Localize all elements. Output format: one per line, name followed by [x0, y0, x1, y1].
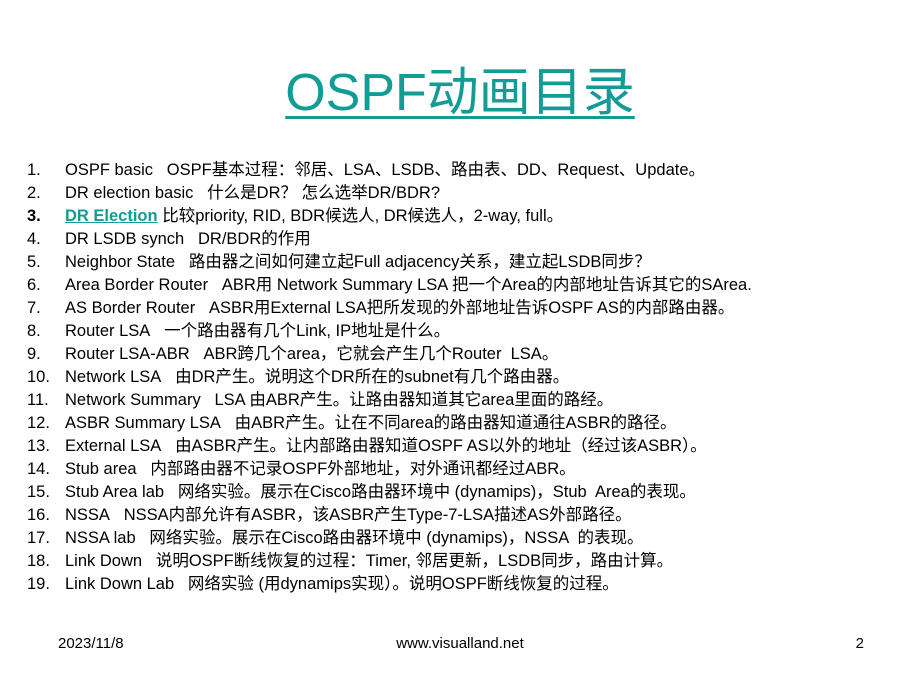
item-number: 1.: [27, 161, 41, 179]
list-item: 13. External LSA 由ASBR产生。让内部路由器知道OSPF AS以…: [27, 435, 752, 458]
item-number: 12.: [27, 414, 50, 432]
list-item: 18. Link Down 说明OSPF断线恢复的过程：Timer, 邻居更新，L…: [27, 550, 752, 573]
list-item: 3. DR Election 比较priority, RID, BDR候选人, D…: [27, 205, 752, 228]
list-item: 6. Area Border Router ABR用 Network Summar…: [27, 274, 752, 297]
item-number: 11.: [27, 391, 49, 409]
list-item: 2. DR election basic 什么是DR？ 怎么选举DR/BDR?: [27, 182, 752, 205]
item-description: 由DR产生。说明这个DR所在的subnet有几个路由器。: [175, 368, 570, 386]
list-item: 14. Stub area 内部路由器不记录OSPF外部地址，对外通讯都经过ABR…: [27, 458, 752, 481]
list-item: 12. ASBR Summary LSA 由ABR产生。让在不同area的路由器知…: [27, 412, 752, 435]
footer-url: www.visualland.net: [396, 635, 524, 652]
item-description: 由ABR产生。让在不同area的路由器知道通往ASBR的路径。: [234, 414, 677, 432]
item-description: LSA 由ABR产生。让路由器知道其它area里面的路经。: [214, 391, 614, 409]
item-number: 17.: [27, 529, 50, 547]
topic-list: 1. OSPF basic OSPF基本过程：邻居、LSA、LSDB、路由表、DD…: [27, 159, 752, 596]
item-description: 一个路由器有几个Link, IP地址是什么。: [164, 322, 451, 340]
item-description: ASBR用External LSA把所发现的外部地址告诉OSPF AS的内部路由…: [209, 299, 735, 317]
item-number: 5.: [27, 253, 41, 271]
item-name: Neighbor State: [65, 253, 176, 271]
footer-page-number: 2: [855, 635, 864, 652]
list-item: 9. Router LSA-ABR ABR跨几个area，它就会产生几个Route…: [27, 343, 752, 366]
item-description: 什么是DR？ 怎么选举DR/BDR?: [207, 184, 441, 202]
item-description: ABR用 Network Summary LSA 把一个Area的内部地址告诉其…: [221, 276, 752, 294]
list-item: 8. Router LSA 一个路由器有几个Link, IP地址是什么。: [27, 320, 752, 343]
item-name: Router LSA: [65, 322, 151, 340]
item-name: Stub area: [65, 460, 137, 478]
list-item: 10. Network LSA 由DR产生。说明这个DR所在的subnet有几个路…: [27, 366, 752, 389]
item-number: 8.: [27, 322, 41, 340]
item-description: OSPF基本过程：邻居、LSA、LSDB、路由表、DD、Request、Upda…: [166, 161, 706, 179]
item-number: 4.: [27, 230, 41, 248]
item-name: Stub Area lab: [65, 483, 165, 501]
list-item: 4. DR LSDB synch DR/BDR的作用: [27, 228, 752, 251]
item-number: 10.: [27, 368, 50, 386]
item-name: Link Down Lab: [65, 575, 175, 593]
slide-title-text: OSPF动画目录: [285, 64, 635, 122]
item-number: 6.: [27, 276, 41, 294]
item-name: OSPF basic: [65, 161, 154, 179]
item-number: 19.: [27, 575, 50, 593]
item-description: 路由器之间如何建立起Full adjacency关系，建立起LSDB同步？: [188, 253, 651, 271]
list-item: 15. Stub Area lab 网络实验。展示在Cisco路由器环境中 (dy…: [27, 481, 752, 504]
item-name: NSSA: [65, 506, 110, 524]
item-number: 15.: [27, 483, 50, 501]
list-item: 1. OSPF basic OSPF基本过程：邻居、LSA、LSDB、路由表、DD…: [27, 159, 752, 182]
item-number: 7.: [27, 299, 41, 317]
list-item: 19. Link Down Lab 网络实验 (用dynamips实现）。说明OS…: [27, 573, 752, 596]
item-name: External LSA: [65, 437, 162, 455]
item-number: 16.: [27, 506, 50, 524]
item-number: 3.: [27, 207, 41, 225]
list-item: 7. AS Border Router ASBR用External LSA把所发现…: [27, 297, 752, 320]
item-description: DR/BDR的作用: [197, 230, 311, 248]
item-name: ASBR Summary LSA: [65, 414, 221, 432]
item-description: 网络实验 (用dynamips实现）。说明OSPF断线恢复的过程。: [187, 575, 619, 593]
item-name: DR LSDB synch: [65, 230, 185, 248]
list-item: 11. Network Summary LSA 由ABR产生。让路由器知道其它ar…: [27, 389, 752, 412]
item-name: Network Summary: [65, 391, 201, 409]
slide-title: OSPF动画目录: [0, 62, 920, 124]
item-description: NSSA内部允许有ASBR，该ASBR产生Type-7-LSA描述AS外部路径。: [123, 506, 632, 524]
item-number: 13.: [27, 437, 50, 455]
item-description: ABR跨几个area，它就会产生几个Router LSA。: [203, 345, 559, 363]
list-item: 5. Neighbor State 路由器之间如何建立起Full adjacenc…: [27, 251, 752, 274]
item-description: 内部路由器不记录OSPF外部地址，对外通讯都经过ABR。: [150, 460, 576, 478]
item-name: AS Border Router: [65, 299, 196, 317]
list-item: 16. NSSA NSSA内部允许有ASBR，该ASBR产生Type-7-LSA描…: [27, 504, 752, 527]
item-number: 9.: [27, 345, 41, 363]
list-item: 17. NSSA lab 网络实验。展示在Cisco路由器环境中 (dynamip…: [27, 527, 752, 550]
item-description: 网络实验。展示在Cisco路由器环境中 (dynamips)，NSSA 的表现。: [149, 529, 644, 547]
item-link[interactable]: DR Election: [65, 205, 158, 228]
item-description: 说明OSPF断线恢复的过程：Timer, 邻居更新，LSDB同步，路由计算。: [155, 552, 674, 570]
item-number: 14.: [27, 460, 50, 478]
item-number: 18.: [27, 552, 50, 570]
item-name: Router LSA-ABR: [65, 345, 190, 363]
item-name: Network LSA: [65, 368, 162, 386]
item-description: 比较priority, RID, BDR候选人, DR候选人，2-way, fu…: [162, 207, 564, 225]
item-name: Link Down: [65, 552, 143, 570]
item-description: 网络实验。展示在Cisco路由器环境中 (dynamips)，Stub Area…: [177, 483, 696, 501]
item-description: 由ASBR产生。让内部路由器知道OSPF AS以外的地址（经过该ASBR）。: [175, 437, 707, 455]
item-name: Area Border Router: [65, 276, 209, 294]
item-number: 2.: [27, 184, 41, 202]
item-name: NSSA lab: [65, 529, 136, 547]
item-name: DR election basic: [65, 184, 194, 202]
